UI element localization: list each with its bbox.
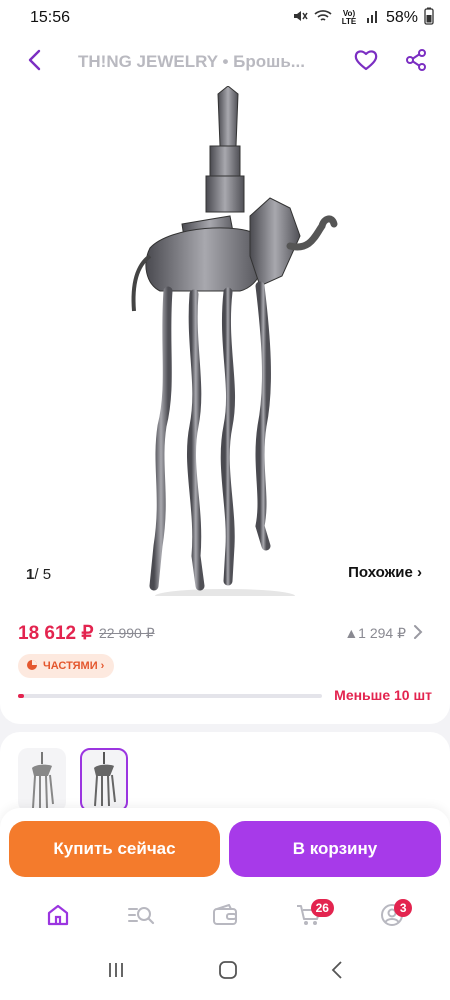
back-button[interactable] xyxy=(14,42,54,82)
catalog-search-icon xyxy=(127,903,155,932)
recent-apps-button[interactable] xyxy=(106,961,126,984)
price-card: 18 612 ₽ 22 990 ₽ ▲1 294 ₽ ЧАСТЯМИ › Мен… xyxy=(0,596,450,724)
similar-link[interactable]: Похожие › xyxy=(348,564,422,581)
share-button[interactable] xyxy=(396,42,436,82)
page-title: TH!NG JEWELRY • Брошь... xyxy=(78,52,305,71)
installments-badge[interactable]: ЧАСТЯМИ › xyxy=(18,654,115,678)
gallery-counter: 1/ 5 xyxy=(26,566,51,583)
wifi-icon xyxy=(314,8,332,29)
share-icon xyxy=(405,48,427,76)
old-price: 22 990 ₽ xyxy=(99,625,155,641)
status-time: 15:56 xyxy=(30,9,71,26)
installments-label: ЧАСТЯМИ › xyxy=(43,660,105,672)
bottom-navigation: 26 3 xyxy=(0,890,450,944)
buy-now-button[interactable]: Купить сейчас xyxy=(9,821,220,877)
product-page: 15:56 Vo) LTE 58% TH!NG JEWELRY • Брошь.… xyxy=(0,0,450,1000)
favorite-button[interactable] xyxy=(346,42,386,82)
product-gallery[interactable] xyxy=(0,36,450,603)
thumbnail-1[interactable] xyxy=(18,748,66,812)
battery-percent: 58% xyxy=(385,9,418,26)
back-icon xyxy=(27,49,41,76)
nav-home[interactable] xyxy=(36,895,80,939)
gallery-total: 5 xyxy=(42,566,52,583)
heart-icon xyxy=(354,49,378,76)
bonus-points[interactable]: ▲1 294 ₽ xyxy=(344,625,406,642)
system-back-button[interactable] xyxy=(330,960,344,985)
status-icons: Vo) LTE 58% xyxy=(292,7,434,30)
nav-cart[interactable]: 26 xyxy=(287,895,334,939)
gallery-separator: / xyxy=(34,566,39,583)
system-navigation-bar xyxy=(0,944,450,1000)
wallet-icon xyxy=(212,903,238,931)
pie-chart-icon xyxy=(26,659,38,674)
current-price: 18 612 ₽ xyxy=(18,623,94,644)
network-label: Vo) LTE xyxy=(341,9,357,26)
signal-icon xyxy=(366,8,380,29)
stock-label: Меньше 10 шт xyxy=(334,687,432,703)
cart-badge: 26 xyxy=(310,899,334,917)
battery-icon xyxy=(424,7,434,30)
stock-progress-bar xyxy=(18,694,322,698)
mute-icon xyxy=(292,8,308,29)
thumbnail-2[interactable] xyxy=(80,748,128,812)
chevron-right-icon[interactable] xyxy=(410,622,426,642)
status-bar: 15:56 Vo) LTE 58% xyxy=(0,0,450,36)
nav-catalog[interactable] xyxy=(119,895,163,939)
product-image[interactable] xyxy=(110,85,350,606)
home-button[interactable] xyxy=(218,960,238,985)
nav-wallet[interactable] xyxy=(203,895,247,939)
top-bar: TH!NG JEWELRY • Брошь... xyxy=(0,36,450,88)
add-to-cart-button[interactable]: В корзину xyxy=(229,821,441,877)
stock-progress-fill xyxy=(18,694,25,698)
profile-badge: 3 xyxy=(394,899,413,917)
home-icon xyxy=(46,903,70,932)
nav-profile[interactable]: 3 xyxy=(370,895,414,939)
action-bar: Купить сейчас В корзину xyxy=(0,808,450,890)
